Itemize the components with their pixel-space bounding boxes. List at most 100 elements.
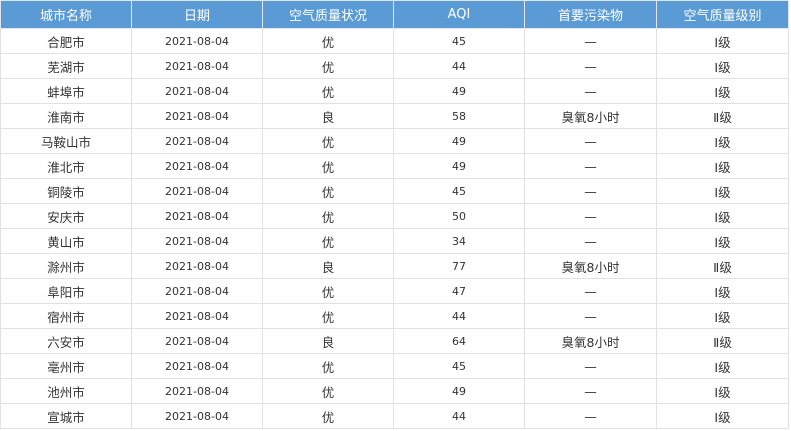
cell-primary-pollutant: 臭氧8小时 bbox=[524, 103, 657, 129]
cell-primary-pollutant: — bbox=[524, 128, 657, 154]
cell-primary-pollutant: — bbox=[524, 403, 657, 429]
cell-air-quality-level: Ⅰ级 bbox=[656, 78, 789, 104]
cell-city-name: 蚌埠市 bbox=[0, 78, 132, 104]
cell-aqi: 45 bbox=[393, 28, 525, 54]
cell-primary-pollutant: — bbox=[524, 178, 657, 204]
cell-air-quality-level: Ⅰ级 bbox=[656, 28, 789, 54]
cell-date: 2021-08-04 bbox=[131, 53, 263, 79]
cell-date: 2021-08-04 bbox=[131, 403, 263, 429]
header-city-name[interactable]: 城市名称 bbox=[0, 0, 132, 29]
header-primary-pollutant[interactable]: 首要污染物 bbox=[524, 0, 657, 29]
cell-city-name: 淮北市 bbox=[0, 153, 132, 179]
cell-air-quality-status: 优 bbox=[262, 278, 394, 304]
cell-aqi: 34 bbox=[393, 228, 525, 254]
table-row: 宿州市 2021-08-04 优 44— Ⅰ级 bbox=[0, 303, 789, 329]
table-row: 安庆市 2021-08-04 优 50— Ⅰ级 bbox=[0, 203, 789, 229]
cell-primary-pollutant: — bbox=[524, 278, 657, 304]
cell-city-name: 安庆市 bbox=[0, 203, 132, 229]
table-row: 铜陵市 2021-08-04 优 45— Ⅰ级 bbox=[0, 178, 789, 204]
cell-air-quality-level: Ⅱ级 bbox=[656, 328, 789, 354]
cell-primary-pollutant: — bbox=[524, 378, 657, 404]
cell-primary-pollutant: 臭氧8小时 bbox=[524, 328, 657, 354]
table-body: 合肥市 2021-08-04 优 45— Ⅰ级 芜湖市 2021-08-04 优 44— Ⅰ级 蚌埠… bbox=[0, 28, 789, 429]
table-header: 城市名称 日期 空气质量状况 AQI 首要污染物 空气质量级别 bbox=[0, 0, 789, 29]
cell-primary-pollutant: — bbox=[524, 78, 657, 104]
cell-city-name: 阜阳市 bbox=[0, 278, 132, 304]
cell-air-quality-status: 优 bbox=[262, 228, 394, 254]
cell-air-quality-status: 优 bbox=[262, 403, 394, 429]
cell-aqi: 47 bbox=[393, 278, 525, 304]
cell-aqi: 44 bbox=[393, 403, 525, 429]
cell-aqi: 49 bbox=[393, 128, 525, 154]
table-row: 阜阳市 2021-08-04 优 47— Ⅰ级 bbox=[0, 278, 789, 304]
cell-primary-pollutant: — bbox=[524, 203, 657, 229]
cell-air-quality-level: Ⅰ级 bbox=[656, 153, 789, 179]
cell-aqi: 50 bbox=[393, 203, 525, 229]
table-row: 芜湖市 2021-08-04 优 44— Ⅰ级 bbox=[0, 53, 789, 79]
cell-date: 2021-08-04 bbox=[131, 78, 263, 104]
header-aqi[interactable]: AQI bbox=[393, 0, 525, 29]
cell-date: 2021-08-04 bbox=[131, 128, 263, 154]
cell-date: 2021-08-04 bbox=[131, 28, 263, 54]
table-row: 淮北市 2021-08-04 优 49— Ⅰ级 bbox=[0, 153, 789, 179]
cell-city-name: 亳州市 bbox=[0, 353, 132, 379]
cell-air-quality-status: 优 bbox=[262, 353, 394, 379]
cell-air-quality-status: 优 bbox=[262, 178, 394, 204]
cell-aqi: 77 bbox=[393, 253, 525, 279]
cell-air-quality-status: 优 bbox=[262, 128, 394, 154]
cell-air-quality-status: 优 bbox=[262, 53, 394, 79]
cell-city-name: 六安市 bbox=[0, 328, 132, 354]
cell-primary-pollutant: — bbox=[524, 28, 657, 54]
cell-aqi: 45 bbox=[393, 178, 525, 204]
cell-aqi: 49 bbox=[393, 78, 525, 104]
cell-air-quality-level: Ⅰ级 bbox=[656, 378, 789, 404]
cell-air-quality-level: Ⅰ级 bbox=[656, 353, 789, 379]
cell-date: 2021-08-04 bbox=[131, 378, 263, 404]
cell-primary-pollutant: — bbox=[524, 153, 657, 179]
cell-air-quality-status: 优 bbox=[262, 303, 394, 329]
cell-primary-pollutant: — bbox=[524, 228, 657, 254]
cell-air-quality-status: 优 bbox=[262, 203, 394, 229]
header-row: 城市名称 日期 空气质量状况 AQI 首要污染物 空气质量级别 bbox=[0, 0, 789, 29]
cell-date: 2021-08-04 bbox=[131, 303, 263, 329]
cell-city-name: 滁州市 bbox=[0, 253, 132, 279]
cell-date: 2021-08-04 bbox=[131, 103, 263, 129]
cell-primary-pollutant: — bbox=[524, 303, 657, 329]
cell-air-quality-level: Ⅰ级 bbox=[656, 128, 789, 154]
cell-air-quality-status: 优 bbox=[262, 153, 394, 179]
cell-aqi: 45 bbox=[393, 353, 525, 379]
cell-city-name: 马鞍山市 bbox=[0, 128, 132, 154]
cell-primary-pollutant: — bbox=[524, 53, 657, 79]
cell-aqi: 49 bbox=[393, 378, 525, 404]
table-row: 黄山市 2021-08-04 优 34— Ⅰ级 bbox=[0, 228, 789, 254]
header-air-quality-status[interactable]: 空气质量状况 bbox=[262, 0, 394, 29]
table-row: 淮南市 2021-08-04 良 58 臭氧8小时 Ⅱ级 bbox=[0, 103, 789, 129]
table-row: 宣城市 2021-08-04 优 44— Ⅰ级 bbox=[0, 403, 789, 429]
cell-air-quality-status: 优 bbox=[262, 78, 394, 104]
cell-city-name: 宣城市 bbox=[0, 403, 132, 429]
cell-city-name: 池州市 bbox=[0, 378, 132, 404]
cell-air-quality-status: 良 bbox=[262, 253, 394, 279]
cell-air-quality-level: Ⅰ级 bbox=[656, 53, 789, 79]
table-row: 蚌埠市 2021-08-04 优 49— Ⅰ级 bbox=[0, 78, 789, 104]
cell-air-quality-status: 良 bbox=[262, 328, 394, 354]
cell-date: 2021-08-04 bbox=[131, 228, 263, 254]
cell-date: 2021-08-04 bbox=[131, 178, 263, 204]
header-air-quality-level[interactable]: 空气质量级别 bbox=[656, 0, 789, 29]
cell-aqi: 49 bbox=[393, 153, 525, 179]
cell-aqi: 64 bbox=[393, 328, 525, 354]
cell-city-name: 合肥市 bbox=[0, 28, 132, 54]
cell-air-quality-level: Ⅰ级 bbox=[656, 303, 789, 329]
cell-city-name: 宿州市 bbox=[0, 303, 132, 329]
cell-air-quality-level: Ⅱ级 bbox=[656, 253, 789, 279]
cell-date: 2021-08-04 bbox=[131, 153, 263, 179]
cell-air-quality-level: Ⅰ级 bbox=[656, 403, 789, 429]
header-date[interactable]: 日期 bbox=[131, 0, 263, 29]
table-row: 六安市 2021-08-04 良 64 臭氧8小时 Ⅱ级 bbox=[0, 328, 789, 354]
cell-date: 2021-08-04 bbox=[131, 203, 263, 229]
cell-aqi: 44 bbox=[393, 303, 525, 329]
table-row: 亳州市 2021-08-04 优 45— Ⅰ级 bbox=[0, 353, 789, 379]
cell-aqi: 44 bbox=[393, 53, 525, 79]
cell-city-name: 黄山市 bbox=[0, 228, 132, 254]
cell-aqi: 58 bbox=[393, 103, 525, 129]
